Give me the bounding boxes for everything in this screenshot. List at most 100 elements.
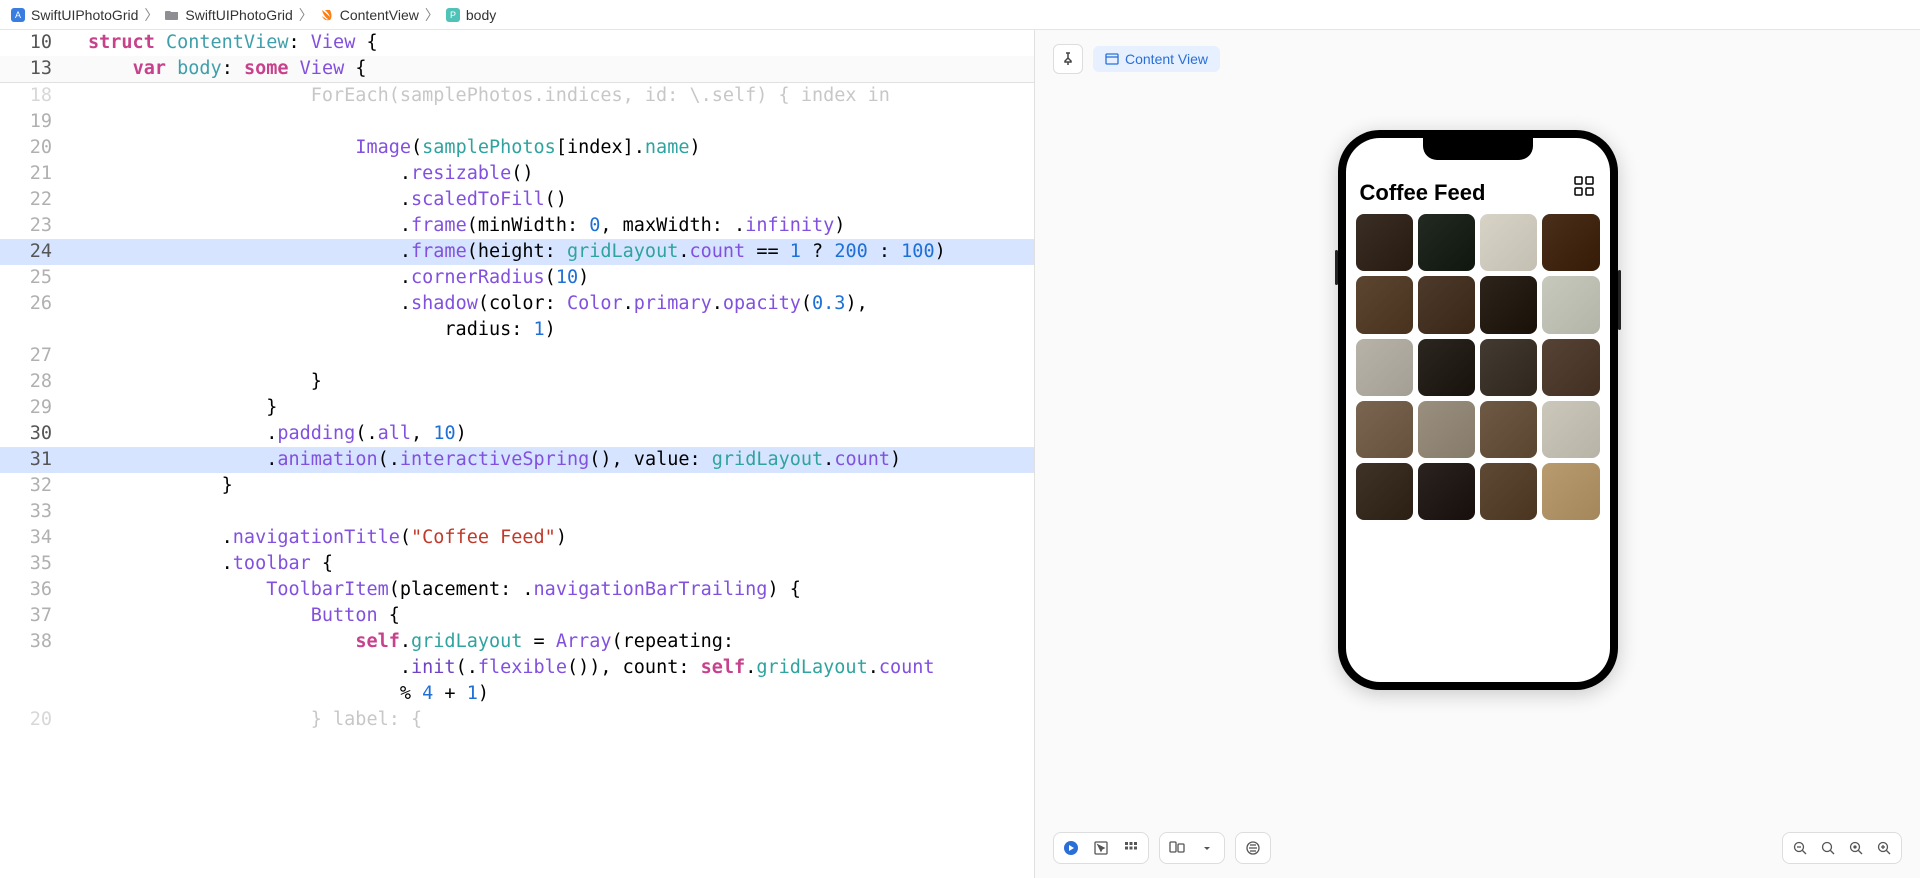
code-line[interactable]: 30 .padding(.all, 10): [0, 421, 1034, 447]
code-text[interactable]: var body: some View {: [76, 56, 1034, 82]
code-line[interactable]: 23 .frame(minWidth: 0, maxWidth: .infini…: [0, 213, 1034, 239]
code-line[interactable]: 10 struct ContentView: View {: [0, 30, 1034, 56]
code-line[interactable]: .init(.flexible()), count: self.gridLayo…: [0, 655, 1034, 681]
code-line[interactable]: % 4 + 1): [0, 681, 1034, 707]
code-line[interactable]: 33: [0, 499, 1034, 525]
code-text[interactable]: self.gridLayout = Array(repeating:: [76, 629, 1034, 655]
zoom-out-button[interactable]: [1789, 837, 1811, 859]
code-line[interactable]: 28 }: [0, 369, 1034, 395]
line-number: 18: [0, 83, 62, 109]
photo-cell[interactable]: [1480, 276, 1537, 333]
selectable-button[interactable]: [1090, 837, 1112, 859]
code-line[interactable]: 36 ToolbarItem(placement: .navigationBar…: [0, 577, 1034, 603]
photo-cell[interactable]: [1418, 463, 1475, 520]
breadcrumb-item-symbol[interactable]: P body: [445, 7, 496, 23]
phone-screen[interactable]: Coffee Feed: [1346, 138, 1610, 682]
photo-cell[interactable]: [1418, 214, 1475, 271]
code-line[interactable]: 29 }: [0, 395, 1034, 421]
photo-cell[interactable]: [1542, 339, 1599, 396]
code-line[interactable]: 27: [0, 343, 1034, 369]
code-line[interactable]: 20 } label: {: [0, 707, 1034, 733]
code-line[interactable]: 18 ForEach(samplePhotos.indices, id: \.s…: [0, 83, 1034, 109]
photo-grid[interactable]: [1346, 214, 1610, 520]
code-line[interactable]: 31 .animation(.interactiveSpring(), valu…: [0, 447, 1034, 473]
photo-cell[interactable]: [1356, 276, 1413, 333]
code-text[interactable]: .toolbar {: [76, 551, 1034, 577]
code-text[interactable]: .scaledToFill(): [76, 187, 1034, 213]
code-line[interactable]: 34 .navigationTitle("Coffee Feed"): [0, 525, 1034, 551]
code-text[interactable]: struct ContentView: View {: [76, 30, 1034, 56]
photo-cell[interactable]: [1356, 339, 1413, 396]
phone-notch: [1423, 138, 1533, 160]
variants-button[interactable]: [1120, 837, 1142, 859]
code-line[interactable]: 21 .resizable(): [0, 161, 1034, 187]
code-text[interactable]: .shadow(color: Color.primary.opacity(0.3…: [76, 291, 1034, 317]
play-button[interactable]: [1060, 837, 1082, 859]
code-text[interactable]: }: [76, 395, 1034, 421]
photo-cell[interactable]: [1542, 276, 1599, 333]
preferences-button[interactable]: [1242, 837, 1264, 859]
photo-cell[interactable]: [1542, 214, 1599, 271]
breadcrumb-item-project[interactable]: A SwiftUIPhotoGrid: [10, 7, 138, 23]
code-text[interactable]: .navigationTitle("Coffee Feed"): [76, 525, 1034, 551]
photo-cell[interactable]: [1480, 401, 1537, 458]
grid-toggle-icon[interactable]: [1574, 176, 1594, 196]
zoom-fit-button[interactable]: [1845, 837, 1867, 859]
photo-cell[interactable]: [1480, 339, 1537, 396]
code-text[interactable]: .cornerRadius(10): [76, 265, 1034, 291]
code-text[interactable]: } label: {: [76, 707, 1034, 733]
code-line[interactable]: radius: 1): [0, 317, 1034, 343]
preview-title-pill[interactable]: Content View: [1093, 46, 1220, 72]
code-text[interactable]: ForEach(samplePhotos.indices, id: \.self…: [76, 83, 1034, 109]
code-line[interactable]: 19: [0, 109, 1034, 135]
breadcrumb: A SwiftUIPhotoGrid 〉 SwiftUIPhotoGrid 〉 …: [0, 0, 1920, 30]
photo-cell[interactable]: [1356, 463, 1413, 520]
code-line[interactable]: 37 Button {: [0, 603, 1034, 629]
line-number: 22: [0, 187, 62, 213]
code-text[interactable]: .frame(height: gridLayout.count == 1 ? 2…: [76, 239, 1034, 265]
photo-cell[interactable]: [1356, 214, 1413, 271]
editor-body[interactable]: 18 ForEach(samplePhotos.indices, id: \.s…: [0, 83, 1034, 878]
code-text[interactable]: .animation(.interactiveSpring(), value: …: [76, 447, 1034, 473]
zoom-in-button[interactable]: [1873, 837, 1895, 859]
line-number: 20: [0, 135, 62, 161]
breadcrumb-item-folder[interactable]: SwiftUIPhotoGrid: [164, 7, 292, 23]
line-number: 38: [0, 629, 62, 655]
code-line[interactable]: 13 var body: some View {: [0, 56, 1034, 82]
code-text[interactable]: Button {: [76, 603, 1034, 629]
device-settings-button[interactable]: [1166, 837, 1188, 859]
code-text[interactable]: % 4 + 1): [76, 681, 1034, 707]
code-text[interactable]: .init(.flexible()), count: self.gridLayo…: [76, 655, 1034, 681]
breadcrumb-item-file[interactable]: ContentView: [319, 7, 419, 23]
code-text[interactable]: ToolbarItem(placement: .navigationBarTra…: [76, 577, 1034, 603]
zoom-actual-button[interactable]: [1817, 837, 1839, 859]
code-line[interactable]: 20 Image(samplePhotos[index].name): [0, 135, 1034, 161]
code-line[interactable]: 22 .scaledToFill(): [0, 187, 1034, 213]
code-line[interactable]: 35 .toolbar {: [0, 551, 1034, 577]
photo-cell[interactable]: [1480, 214, 1537, 271]
photo-cell[interactable]: [1418, 276, 1475, 333]
photo-cell[interactable]: [1480, 463, 1537, 520]
code-line[interactable]: 38 self.gridLayout = Array(repeating:: [0, 629, 1034, 655]
photo-cell[interactable]: [1542, 401, 1599, 458]
pin-button[interactable]: [1053, 44, 1083, 74]
code-text[interactable]: .resizable(): [76, 161, 1034, 187]
code-text[interactable]: radius: 1): [76, 317, 1034, 343]
photo-cell[interactable]: [1356, 401, 1413, 458]
code-line[interactable]: 24 .frame(height: gridLayout.count == 1 …: [0, 239, 1034, 265]
photo-cell[interactable]: [1542, 463, 1599, 520]
code-text[interactable]: }: [76, 369, 1034, 395]
code-text[interactable]: }: [76, 473, 1034, 499]
code-line[interactable]: 26 .shadow(color: Color.primary.opacity(…: [0, 291, 1034, 317]
line-number: 28: [0, 369, 62, 395]
code-line[interactable]: 25 .cornerRadius(10): [0, 265, 1034, 291]
code-text[interactable]: .padding(.all, 10): [76, 421, 1034, 447]
code-text[interactable]: Image(samplePhotos[index].name): [76, 135, 1034, 161]
line-number: 25: [0, 265, 62, 291]
settings-dropdown[interactable]: [1196, 837, 1218, 859]
code-text[interactable]: .frame(minWidth: 0, maxWidth: .infinity): [76, 213, 1034, 239]
photo-cell[interactable]: [1418, 401, 1475, 458]
pin-icon: [1061, 52, 1075, 66]
code-line[interactable]: 32 }: [0, 473, 1034, 499]
photo-cell[interactable]: [1418, 339, 1475, 396]
